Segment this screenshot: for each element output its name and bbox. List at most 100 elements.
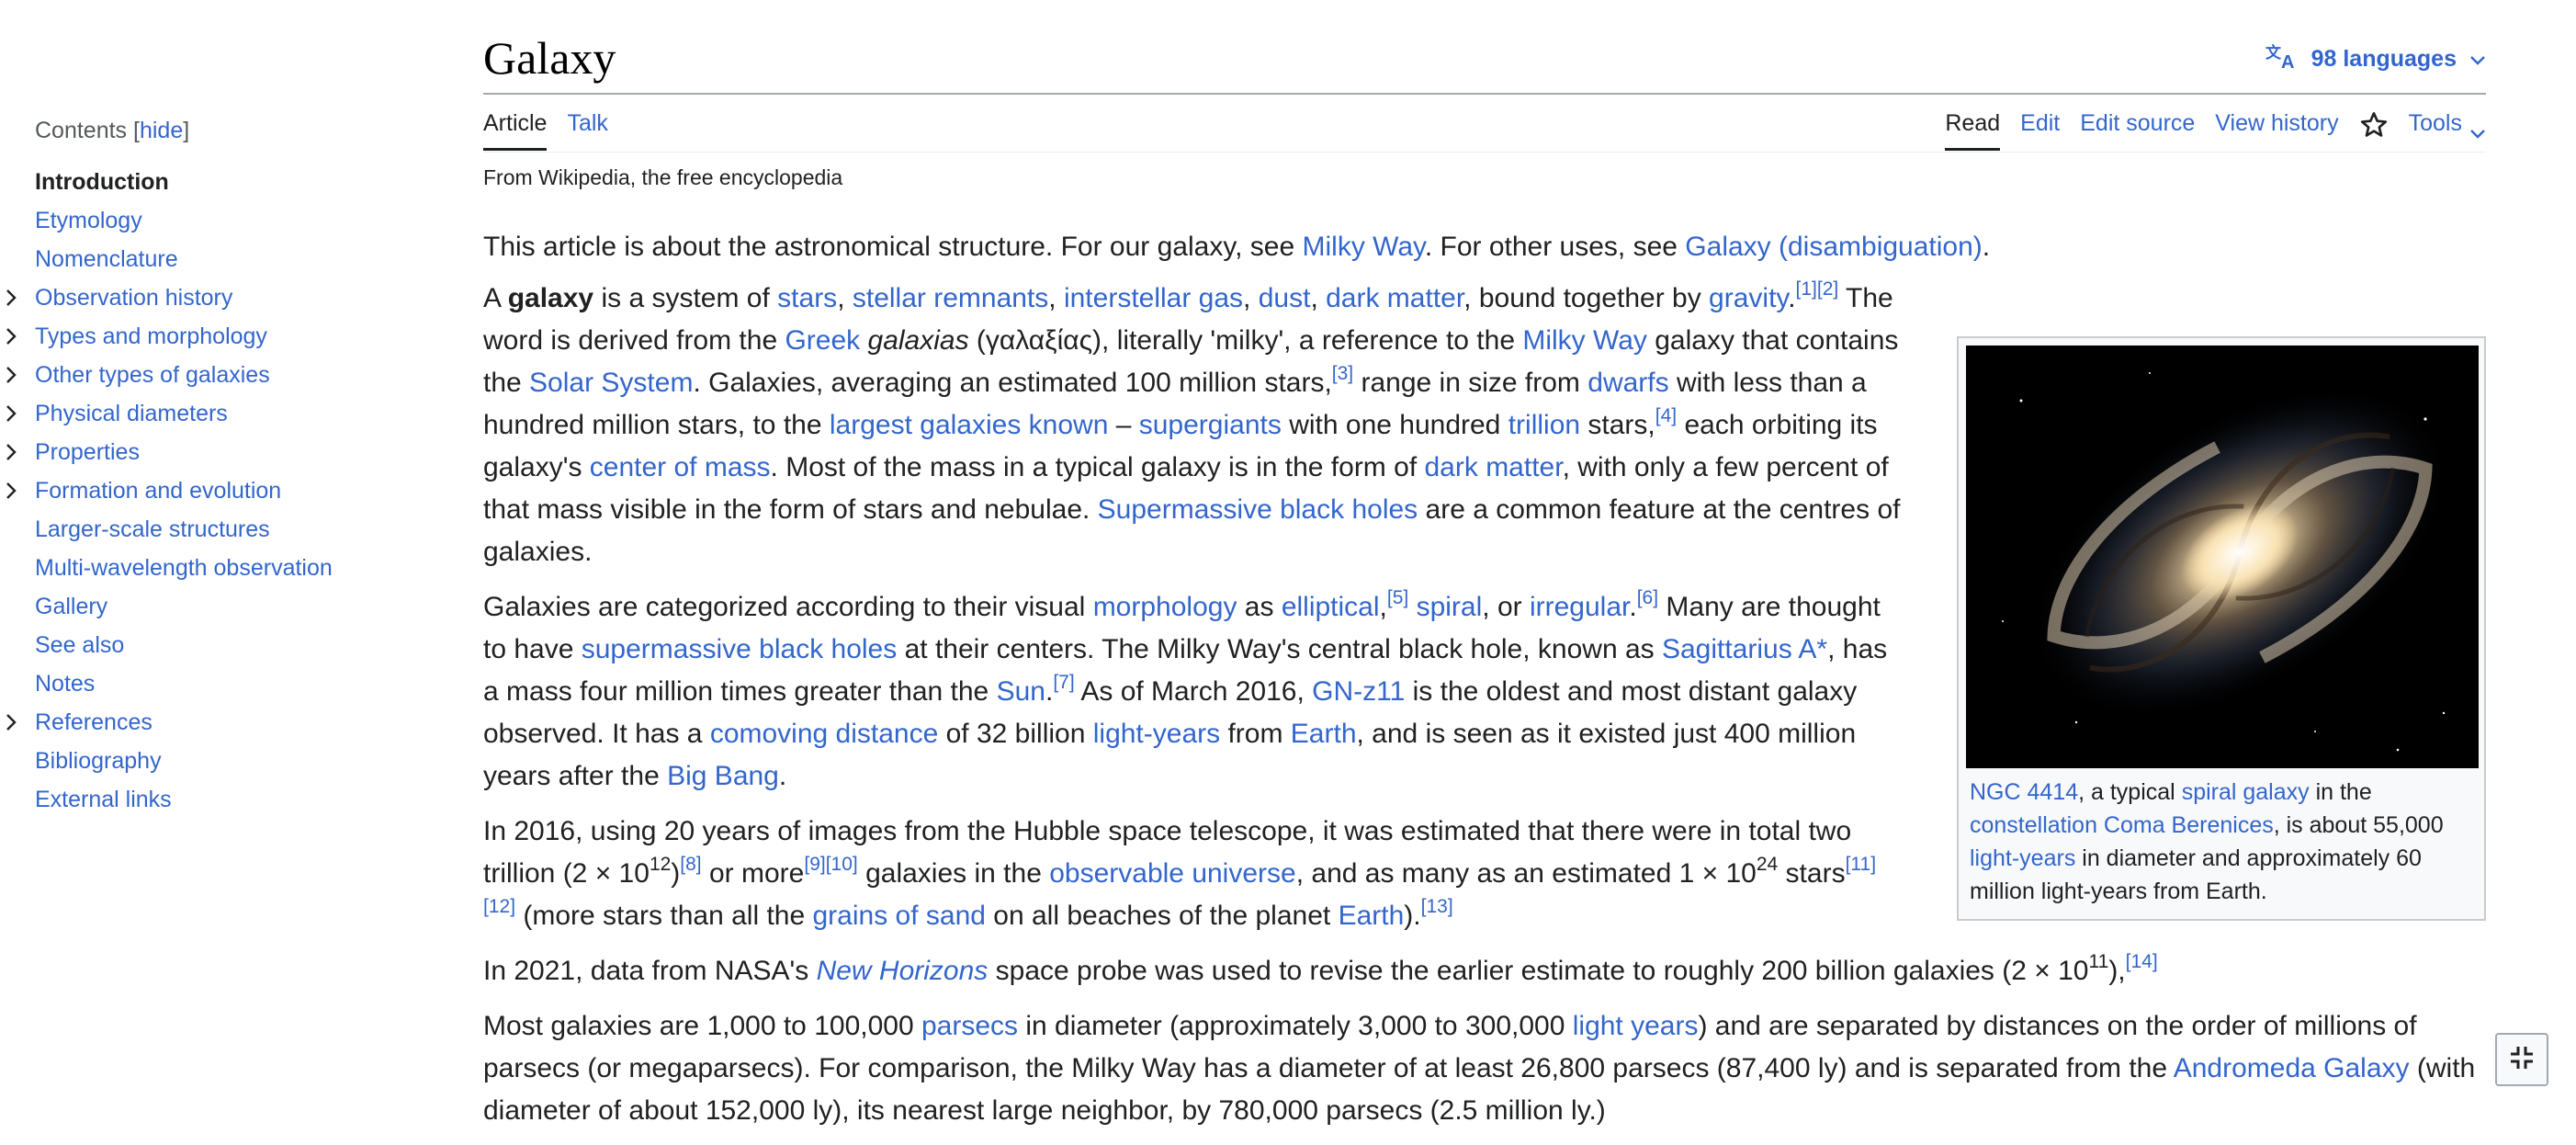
citation-link[interactable]: [6] [1637, 587, 1658, 608]
toc-item[interactable]: Formation and evolution [6, 471, 439, 510]
toc-item[interactable]: Gallery [35, 587, 439, 626]
citation-link[interactable]: [13] [1421, 896, 1453, 917]
wiki-link[interactable]: spiral galaxy [2182, 779, 2310, 805]
wiki-link[interactable]: Milky Way [1303, 232, 1425, 262]
toc-item[interactable]: Other types of galaxies [6, 356, 439, 394]
tab-article[interactable]: Article [483, 107, 548, 151]
toc-item[interactable]: See also [35, 626, 439, 664]
toc-item[interactable]: Notes [35, 664, 439, 703]
wiki-link[interactable]: Milky Way [1522, 325, 1647, 356]
wiki-link[interactable]: dwarfs [1587, 368, 1668, 398]
wiki-link[interactable]: morphology [1093, 592, 1237, 622]
wiki-link[interactable]: stellar remnants [853, 283, 1048, 313]
citation-link[interactable]: [11] [1846, 854, 1876, 875]
wiki-link[interactable]: dark matter [1326, 283, 1463, 313]
tab-edit-source[interactable]: Edit source [2080, 107, 2195, 151]
watch-star-button[interactable] [2359, 107, 2389, 154]
wiki-link[interactable]: largest galaxies known [830, 410, 1109, 440]
language-button[interactable]: 文 A 98 languages [2265, 40, 2486, 77]
wiki-link[interactable]: light-years [1970, 845, 2075, 871]
wiki-link[interactable]: dust [1259, 283, 1311, 313]
wiki-link[interactable]: light-years [1093, 719, 1220, 749]
wiki-link[interactable]: spiral [1417, 592, 1483, 622]
wiki-link[interactable]: New Horizons [817, 956, 989, 986]
chevron-right-icon[interactable] [0, 317, 22, 356]
text-run: stars, [1580, 410, 1655, 440]
wiki-link[interactable]: trillion [1508, 410, 1580, 440]
toc-item[interactable]: Bibliography [35, 742, 439, 780]
text-run: . [778, 761, 787, 791]
citation-link[interactable]: [1] [1796, 278, 1817, 300]
wiki-link[interactable]: Supermassive black holes [1098, 494, 1418, 525]
wiki-link[interactable]: supergiants [1139, 410, 1282, 440]
citation-link[interactable]: [3] [1332, 363, 1353, 384]
toc-item[interactable]: Physical diameters [6, 394, 439, 433]
citation-link[interactable]: [7] [1053, 672, 1074, 693]
tools-menu-button[interactable]: Tools [2409, 107, 2486, 151]
wiki-link[interactable]: comoving distance [710, 719, 938, 749]
citation-link[interactable]: [5] [1387, 587, 1408, 608]
wiki-link[interactable]: observable universe [1049, 858, 1296, 889]
wiki-link[interactable]: dark matter [1425, 452, 1563, 482]
tab-edit[interactable]: Edit [2020, 107, 2060, 151]
wiki-link[interactable]: irregular [1530, 592, 1629, 622]
wiki-link[interactable]: Earth [1339, 901, 1405, 931]
citation-link[interactable]: [10] [826, 854, 858, 875]
wiki-link[interactable]: Earth [1291, 719, 1357, 749]
toc-item[interactable]: Larger-scale structures [35, 510, 439, 549]
wiki-link[interactable]: Sun [997, 676, 1045, 707]
chevron-right-icon[interactable] [0, 433, 22, 471]
wiki-link[interactable]: Sagittarius A* [1662, 634, 1827, 664]
chevron-right-icon[interactable] [0, 471, 22, 510]
toc-item[interactable]: Types and morphology [6, 317, 439, 356]
toc-item[interactable]: Observation history [6, 278, 439, 317]
wiki-link[interactable]: elliptical [1282, 592, 1380, 622]
wiki-link[interactable]: supermassive black holes [582, 634, 898, 664]
wiki-link[interactable]: Andromeda Galaxy [2174, 1053, 2410, 1083]
wiki-link[interactable]: gravity [1709, 283, 1788, 313]
tab-view-history[interactable]: View history [2215, 107, 2338, 151]
toc-item[interactable]: Multi-wavelength observation [35, 549, 439, 587]
wiki-link[interactable]: Greek [785, 325, 860, 356]
citation-link[interactable]: [8] [680, 854, 701, 875]
citation-link[interactable]: [4] [1655, 405, 1677, 426]
language-button-label: 98 languages [2310, 45, 2457, 72]
wiki-link[interactable]: Galaxy (disambiguation) [1685, 232, 1982, 262]
citation-link[interactable]: [2] [1817, 278, 1838, 300]
wiki-link[interactable]: light years [1573, 1011, 1699, 1041]
toc-hide-link[interactable]: hide [140, 118, 183, 143]
text-run: galaxies in the [857, 858, 1050, 889]
wiki-link[interactable]: constellation Coma Berenices [1970, 812, 2274, 838]
wiki-link[interactable]: Big Bang [667, 761, 779, 791]
toc-item[interactable]: Nomenclature [35, 240, 439, 278]
chevron-right-icon[interactable] [0, 356, 22, 394]
wiki-link[interactable]: interstellar gas [1064, 283, 1243, 313]
toc-item-label: Notes [35, 671, 96, 697]
toc-item[interactable]: Etymology [35, 201, 439, 240]
collapse-button[interactable] [2495, 1033, 2548, 1086]
chevron-right-icon[interactable] [0, 278, 22, 317]
toc-item[interactable]: References [6, 703, 439, 742]
wiki-link[interactable]: grains of sand [813, 901, 986, 931]
wiki-link[interactable]: NGC 4414 [1970, 779, 2078, 805]
table-of-contents: Contents [hide] Introduction Etymology Nom… [6, 118, 439, 819]
chevron-right-icon[interactable] [0, 703, 22, 742]
galaxy-image[interactable] [1966, 346, 2479, 768]
wiki-link[interactable]: center of mass [590, 452, 771, 482]
chevron-right-icon[interactable] [0, 394, 22, 433]
toc-item[interactable]: Properties [6, 433, 439, 471]
tab-talk[interactable]: Talk [567, 107, 607, 151]
citation-link[interactable]: [14] [2126, 951, 2158, 972]
toc-item[interactable]: External links [35, 780, 439, 819]
tab-read[interactable]: Read [1945, 107, 2001, 151]
wiki-link[interactable]: parsecs [921, 1011, 1018, 1041]
text-run: range in size from [1353, 368, 1588, 398]
citation-link[interactable]: [9] [804, 854, 825, 875]
toc-item-label: Properties [35, 439, 140, 465]
toc-item[interactable]: Introduction [35, 163, 439, 201]
wiki-link[interactable]: stars [777, 283, 837, 313]
citation-link[interactable]: [12] [483, 896, 515, 917]
wiki-link[interactable]: GN-z11 [1312, 676, 1405, 707]
text-run: . Galaxies, averaging an estimated 100 m… [693, 368, 1332, 398]
wiki-link[interactable]: Solar System [529, 368, 693, 398]
